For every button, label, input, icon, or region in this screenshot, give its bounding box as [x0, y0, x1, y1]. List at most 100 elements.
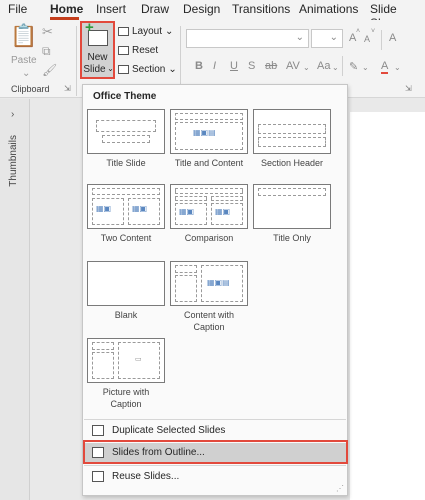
resize-grip-icon[interactable]: ⋰ — [336, 484, 344, 493]
chevron-down-icon[interactable]: ⌄ — [332, 63, 339, 72]
tab-file[interactable]: File — [8, 2, 27, 16]
copy-icon[interactable]: ⧉ — [42, 45, 51, 57]
layout-thumbnail: ▦▣▤ — [170, 109, 248, 154]
layout-name: Two Content — [100, 233, 152, 243]
placeholder — [175, 188, 243, 194]
chevron-down-icon[interactable]: ⌄ — [330, 32, 338, 43]
paste-dropdown-icon[interactable]: ⌄ — [22, 68, 30, 79]
ribbon-separator — [342, 56, 343, 76]
tab-insert[interactable]: Insert — [96, 2, 126, 16]
font-size-field[interactable]: ⌄ — [311, 29, 343, 48]
layout-thumbnail: ▦▣▤ — [170, 261, 248, 306]
thumbnails-label[interactable]: Thumbnails — [8, 135, 19, 187]
layout-name: Section Header — [260, 158, 324, 168]
bold-button[interactable]: B — [195, 60, 203, 72]
new-slide-dropdown: Office Theme Title Slide ▦▣▤ Title and C… — [82, 84, 348, 496]
layout-name: Content with Caption — [183, 310, 235, 332]
reset-icon — [118, 46, 129, 55]
placeholder — [92, 342, 114, 350]
tab-draw[interactable]: Draw — [141, 2, 169, 16]
menu-separator — [84, 465, 346, 466]
ribbon-separator — [381, 30, 382, 50]
layout-title-slide[interactable]: Title Slide — [86, 109, 166, 169]
tab-design[interactable]: Design — [183, 2, 220, 16]
clipboard-group-label: Clipboard — [11, 84, 50, 94]
reuse-slides-item[interactable]: Reuse Slides... — [84, 467, 346, 487]
new-slide-button[interactable]: + New Slide ⌄ — [80, 19, 115, 79]
paste-label: Paste — [11, 55, 37, 66]
paste-icon[interactable]: 📋 — [10, 26, 37, 48]
layout-title-only[interactable]: Title Only — [252, 184, 332, 244]
layout-icon — [118, 27, 129, 36]
chevron-down-icon[interactable]: ⌄ — [394, 63, 401, 72]
plus-icon: + — [85, 19, 94, 36]
placeholder — [211, 196, 243, 201]
format-painter-icon[interactable]: 🖌 — [42, 64, 57, 76]
italic-button[interactable]: I — [213, 60, 216, 72]
layout-section-header[interactable]: Section Header — [252, 109, 332, 169]
ribbon-separator — [76, 26, 77, 96]
layout-title-and-content[interactable]: ▦▣▤ Title and Content — [169, 109, 249, 169]
layout-label: Layout — [132, 26, 163, 37]
chevron-down-icon: ⌄ — [165, 26, 174, 37]
tab-animations[interactable]: Animations — [299, 2, 358, 16]
caret-up-icon: ˄ — [356, 28, 361, 35]
placeholder — [96, 120, 156, 132]
strikethrough-button[interactable]: ab — [265, 60, 277, 72]
font-color-button[interactable]: A — [381, 60, 389, 74]
shrink-font-button[interactable]: A — [364, 34, 370, 44]
picture-icon: ▭ — [135, 355, 142, 363]
layout-thumbnail — [87, 109, 165, 154]
tab-home[interactable]: Home — [50, 2, 83, 16]
placeholder — [175, 275, 197, 302]
highlight-icon[interactable]: ✎ — [349, 60, 358, 73]
placeholder — [175, 265, 197, 273]
new-slide-label: New — [87, 52, 108, 63]
chevron-down-icon[interactable]: ⌄ — [296, 32, 304, 43]
layout-two-content[interactable]: ▦▣ ▦▣ Two Content — [86, 184, 166, 244]
character-spacing-button[interactable]: AV — [286, 60, 300, 72]
placeholder — [258, 124, 326, 134]
layout-name: Title Only — [273, 233, 311, 243]
content-icons: ▦▣ — [215, 207, 231, 216]
layout-blank[interactable]: Blank — [86, 261, 166, 321]
reuse-slides-icon — [92, 471, 104, 482]
clipboard-launcher-icon[interactable]: ⇲ — [64, 84, 71, 93]
cut-icon[interactable]: ✂ — [42, 26, 53, 39]
shadow-button[interactable]: S — [248, 60, 255, 72]
placeholder — [258, 188, 326, 196]
duplicate-icon — [92, 425, 104, 436]
placeholder — [92, 188, 160, 195]
section-button[interactable]: Section ⌄ — [118, 64, 177, 75]
layout-thumbnail: ▦▣ ▦▣ — [87, 184, 165, 229]
placeholder — [175, 113, 243, 120]
layout-comparison[interactable]: ▦▣ ▦▣ Comparison — [169, 184, 249, 244]
layout-thumbnail: ▭ — [87, 338, 165, 383]
highlight-box — [83, 440, 348, 464]
underline-button[interactable]: U — [230, 60, 238, 72]
change-case-button[interactable]: Aa — [317, 60, 330, 72]
chevron-right-icon[interactable]: › — [11, 109, 14, 120]
font-launcher-icon[interactable]: ⇲ — [405, 84, 412, 93]
tab-transitions[interactable]: Transitions — [232, 2, 290, 16]
layout-content-with-caption[interactable]: ▦▣▤ Content with Caption — [169, 261, 249, 333]
layout-picture-with-caption[interactable]: ▭ Picture with Caption — [86, 338, 166, 410]
layout-name: Title and Content — [174, 158, 244, 168]
placeholder — [175, 196, 207, 201]
chevron-down-icon[interactable]: ⌄ — [303, 63, 310, 72]
chevron-down-icon[interactable]: ⌄ — [362, 63, 369, 72]
section-icon — [118, 65, 129, 74]
clear-formatting-button[interactable]: A — [389, 32, 396, 44]
placeholder — [258, 137, 326, 147]
thumbnails-pane: › Thumbnails — [0, 99, 30, 500]
duplicate-selected-slides-item[interactable]: Duplicate Selected Slides — [84, 421, 346, 441]
layout-name: Comparison — [184, 233, 234, 243]
content-icons: ▦▣ — [96, 204, 112, 213]
layout-thumbnail — [87, 261, 165, 306]
layout-button[interactable]: Layout ⌄ — [118, 26, 173, 37]
content-icons: ▦▣▤ — [207, 278, 230, 287]
reset-button[interactable]: Reset — [118, 45, 158, 56]
gallery-section-title: Office Theme — [93, 91, 157, 102]
slide-canvas[interactable] — [350, 112, 425, 500]
font-name-field[interactable]: ⌄ — [186, 29, 309, 48]
